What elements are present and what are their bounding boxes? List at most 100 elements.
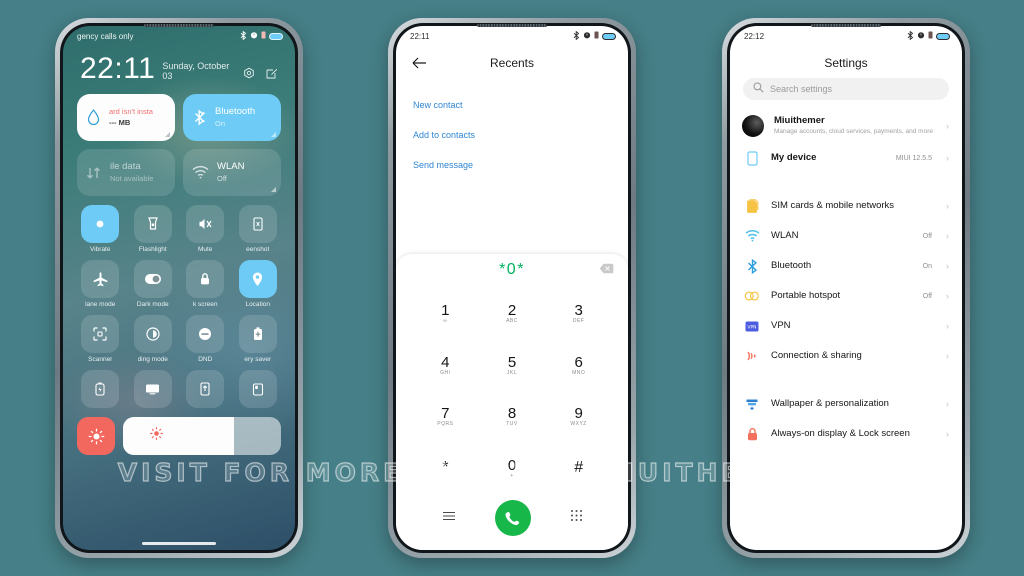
toggle-box[interactable]	[238, 315, 277, 353]
key-7[interactable]: 7 PQRS	[412, 391, 479, 443]
toggle-box[interactable]	[81, 315, 120, 353]
tile-wlan[interactable]: WLAN Off	[183, 149, 281, 196]
key-1[interactable]: 1 ∞	[412, 288, 479, 340]
toggle-second-space[interactable]	[235, 370, 282, 408]
row-portable-hotspot[interactable]: Portable hotspot Off ›	[730, 281, 962, 311]
account-row[interactable]: Miuithemer Manage accounts, cloud servic…	[730, 109, 962, 143]
toggle-label: Flashlight	[138, 246, 167, 253]
toggle-vibrate[interactable]: Vibrate	[77, 205, 124, 253]
connection-sharing-icon	[743, 349, 761, 363]
toggle-mute[interactable]: Mute	[182, 205, 229, 253]
settings-gear-icon[interactable]	[242, 67, 256, 81]
toggle-box[interactable]	[133, 205, 172, 243]
earpiece-speaker	[144, 24, 214, 27]
key-letters: PQRS	[437, 421, 454, 428]
carrier-label: gency calls only	[77, 31, 134, 41]
toggle-airplane-mode[interactable]: lane mode	[77, 260, 124, 308]
toggle-box[interactable]	[186, 370, 225, 408]
home-indicator[interactable]	[142, 542, 216, 545]
status-time: 22:12	[744, 31, 765, 41]
lockscreen-clock: 22:11 Sunday, October 03	[63, 46, 295, 84]
link-new-contact[interactable]: New contact	[413, 90, 611, 120]
row-vpn[interactable]: VPN VPN ›	[730, 311, 962, 341]
key-letters: TUV	[506, 421, 518, 428]
key-digit: 3	[574, 302, 583, 320]
toggle-power-saving[interactable]	[77, 370, 124, 408]
link-add-to-contacts[interactable]: Add to contacts	[413, 120, 611, 150]
edit-icon[interactable]	[265, 67, 279, 81]
chevron-right-icon: ›	[946, 231, 949, 241]
backspace-icon[interactable]	[599, 261, 614, 279]
toggle-nfc[interactable]	[182, 370, 229, 408]
toggle-box[interactable]	[186, 260, 225, 298]
phone-dialer: 22:11 Recents New contact Add to contact…	[388, 18, 636, 558]
key-hash[interactable]: #	[545, 443, 612, 495]
toggle-cast-screen[interactable]	[130, 370, 177, 408]
brightness-auto-button[interactable]	[77, 417, 115, 455]
toggle-dnd[interactable]: DND	[182, 315, 229, 363]
brightness-slider[interactable]	[123, 417, 281, 455]
key-digit: 6	[574, 353, 583, 371]
toggle-screenshot[interactable]: eenshot	[235, 205, 282, 253]
group-separator	[730, 371, 962, 380]
toggle-box[interactable]	[238, 260, 277, 298]
toggle-box[interactable]	[238, 370, 277, 408]
row-wallpaper[interactable]: Wallpaper & personalization ›	[730, 389, 962, 419]
toggle-box[interactable]	[133, 315, 172, 353]
my-device-row[interactable]: My device MIUI 12.5.5 ›	[730, 143, 962, 173]
tile-sub: --- MB	[109, 118, 131, 127]
call-button[interactable]	[494, 500, 531, 536]
brightness-icon	[88, 428, 104, 444]
tile-data-usage[interactable]: ard isn't insta --- MB	[77, 94, 175, 141]
key-star[interactable]: *	[412, 443, 479, 495]
toggle-box[interactable]	[186, 315, 225, 353]
row-always-on-display[interactable]: Always-on display & Lock screen ›	[730, 419, 962, 449]
key-5[interactable]: 5 JKL	[479, 340, 546, 392]
key-digit: 7	[441, 405, 450, 423]
key-2[interactable]: 2 ABC	[479, 288, 546, 340]
wallpaper-icon	[743, 397, 761, 411]
toggle-scanner[interactable]: Scanner	[77, 315, 124, 363]
toggle-box[interactable]	[81, 260, 120, 298]
mobile-data-icon	[86, 166, 101, 179]
toggle-box[interactable]	[81, 370, 120, 408]
link-send-message[interactable]: Send message	[413, 150, 611, 180]
expand-corner-icon[interactable]	[271, 132, 276, 137]
search-settings-bar[interactable]: Search settings	[743, 78, 949, 100]
toggle-dark-mode[interactable]: Dark mode	[130, 260, 177, 308]
tile-mobile-data[interactable]: ile data Not available	[77, 149, 175, 196]
toggle-reading-mode[interactable]: ding mode	[130, 315, 177, 363]
status-time: 22:11	[410, 31, 430, 41]
key-8[interactable]: 8 TUV	[479, 391, 546, 443]
toggle-box[interactable]	[81, 205, 120, 243]
toggle-box[interactable]	[133, 260, 172, 298]
key-3[interactable]: 3 DEF	[545, 288, 612, 340]
menu-lines-icon[interactable]	[442, 509, 456, 527]
row-connection-sharing[interactable]: Connection & sharing ›	[730, 341, 962, 371]
chevron-right-icon: ›	[946, 153, 949, 163]
toggle-lock-screen[interactable]: k screen	[182, 260, 229, 308]
row-sim-cards[interactable]: SIM cards & mobile networks ›	[730, 191, 962, 221]
row-wlan[interactable]: WLAN Off ›	[730, 221, 962, 251]
toggle-flashlight[interactable]: Flashlight	[130, 205, 177, 253]
toggle-label: Vibrate	[90, 246, 111, 253]
toggle-box[interactable]	[133, 370, 172, 408]
keypad-dots-icon[interactable]	[570, 509, 583, 527]
key-4[interactable]: 4 GHI	[412, 340, 479, 392]
row-bluetooth[interactable]: Bluetooth On ›	[730, 251, 962, 281]
toggle-box[interactable]	[186, 205, 225, 243]
expand-corner-icon[interactable]	[271, 187, 276, 192]
toggle-box[interactable]	[238, 205, 277, 243]
toggle-location[interactable]: Location	[235, 260, 282, 308]
avatar	[742, 115, 764, 137]
toggle-battery-saver[interactable]: ery saver	[235, 315, 282, 363]
status-icons	[907, 30, 950, 42]
key-6[interactable]: 6 MNO	[545, 340, 612, 392]
row-label: WLAN	[771, 230, 799, 242]
brightness-knob-icon[interactable]	[149, 426, 164, 446]
key-9[interactable]: 9 WXYZ	[545, 391, 612, 443]
expand-corner-icon[interactable]	[165, 132, 170, 137]
nfc-icon	[200, 382, 210, 396]
tile-bluetooth[interactable]: Bluetooth On	[183, 94, 281, 141]
key-0[interactable]: 0 +	[479, 443, 546, 495]
